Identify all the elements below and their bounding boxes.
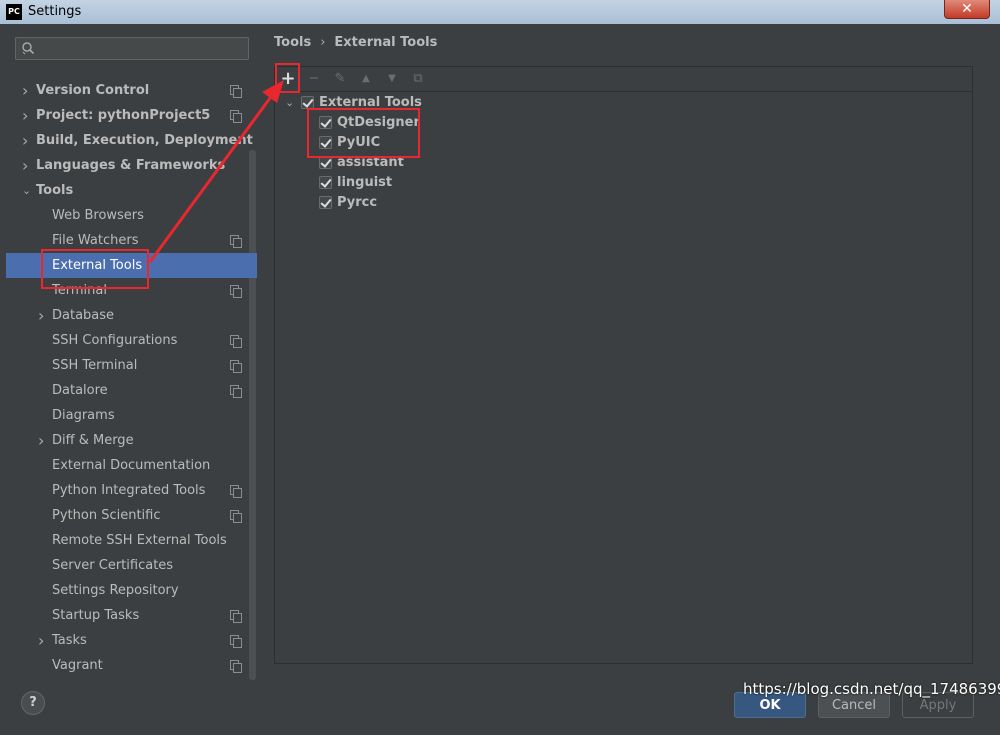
sidebar-item[interactable]: SSH Terminal xyxy=(6,353,257,378)
close-button[interactable]: ✕ xyxy=(944,0,990,19)
tool-checkbox[interactable] xyxy=(319,176,332,189)
sidebar-item[interactable]: › Diff & Merge xyxy=(6,428,257,453)
tool-item-label: Pyrcc xyxy=(337,195,378,210)
copy-icon[interactable]: ⧉ xyxy=(408,69,428,89)
tool-item-label: linguist xyxy=(337,175,393,190)
chevron-right-icon[interactable]: › xyxy=(38,303,48,328)
sidebar-item[interactable]: › Database xyxy=(6,303,257,328)
sidebar-item[interactable]: Python Integrated Tools xyxy=(6,478,257,503)
search-icon xyxy=(22,42,35,55)
breadcrumb: Tools › External Tools xyxy=(274,35,437,53)
project-settings-icon xyxy=(230,235,242,248)
sidebar-item-label: Web Browsers xyxy=(52,208,144,223)
chevron-right-icon[interactable]: › xyxy=(22,78,32,103)
project-settings-icon xyxy=(230,360,242,373)
project-settings-icon xyxy=(230,335,242,348)
sidebar-item-label: Version Control xyxy=(36,83,150,98)
breadcrumb-root[interactable]: Tools xyxy=(274,35,311,50)
tool-checkbox[interactable] xyxy=(319,196,332,209)
sidebar-item[interactable]: › Project: pythonProject5 xyxy=(6,103,257,128)
pycharm-app-icon: PC xyxy=(6,4,22,20)
sidebar-item-label: Languages & Frameworks xyxy=(36,158,226,173)
settings-sidebar: › Version Control › Project: pythonProject5… xyxy=(6,24,258,680)
sidebar-item[interactable]: Server Certificates xyxy=(6,553,257,578)
chevron-right-icon[interactable]: › xyxy=(22,153,32,178)
move-down-icon[interactable]: ▼ xyxy=(382,69,402,89)
edit-pencil-icon[interactable]: ✎ xyxy=(330,69,350,89)
chevron-right-icon[interactable]: › xyxy=(22,128,32,153)
sidebar-item-label: Python Scientific xyxy=(52,508,161,523)
sidebar-item[interactable]: Startup Tasks xyxy=(6,603,257,628)
project-settings-icon xyxy=(230,385,242,398)
sidebar-item-label: Python Integrated Tools xyxy=(52,483,206,498)
window-title: Settings xyxy=(28,4,82,19)
sidebar-item[interactable]: SSH Configurations xyxy=(6,328,257,353)
sidebar-item-label: Build, Execution, Deployment xyxy=(36,133,253,148)
chevron-right-icon[interactable]: › xyxy=(38,428,48,453)
sidebar-item-label: Tools xyxy=(36,183,74,198)
sidebar-item-label: Project: pythonProject5 xyxy=(36,108,211,123)
sidebar-item-label: Vagrant xyxy=(52,658,103,673)
sidebar-item-label: External Documentation xyxy=(52,458,211,473)
external-tools-toolbar: + − ✎ ▲ ▼ ⧉ xyxy=(274,66,973,92)
sidebar-item-label: Settings Repository xyxy=(52,583,179,598)
project-settings-icon xyxy=(230,110,242,123)
sidebar-item-label: Database xyxy=(52,308,115,323)
sidebar-item[interactable]: Web Browsers xyxy=(6,203,257,228)
sidebar-item[interactable]: Datalore xyxy=(6,378,257,403)
project-settings-icon xyxy=(230,510,242,523)
sidebar-item-label: Remote SSH External Tools xyxy=(52,533,227,548)
sidebar-item[interactable]: › Tasks xyxy=(6,628,257,653)
sidebar-item[interactable]: ⌄ Tools xyxy=(6,178,257,203)
sidebar-item[interactable]: Remote SSH External Tools xyxy=(6,528,257,553)
settings-frame: › Version Control › Project: pythonProject5… xyxy=(6,24,994,729)
sidebar-item-label: Diff & Merge xyxy=(52,433,134,448)
sidebar-item[interactable]: › Build, Execution, Deployment xyxy=(6,128,257,153)
chevron-right-icon[interactable]: › xyxy=(38,628,48,653)
sidebar-item[interactable]: External Documentation xyxy=(6,453,257,478)
settings-window: PC Settings ✕ › Version Control › Project: … xyxy=(0,0,1000,735)
external-tools-tree-panel: ⌄ External Tools QtDesigner PyUIC assistan… xyxy=(274,91,973,664)
sidebar-item-label: Startup Tasks xyxy=(52,608,140,623)
breadcrumb-separator-icon: › xyxy=(320,35,326,50)
annotation-box-tools xyxy=(307,108,420,158)
sidebar-item[interactable]: Settings Repository xyxy=(6,578,257,603)
title-bar: PC Settings ✕ xyxy=(0,0,1000,24)
search-input[interactable] xyxy=(15,37,249,60)
project-settings-icon xyxy=(230,485,242,498)
project-settings-icon xyxy=(230,85,242,98)
sidebar-item-label: SSH Terminal xyxy=(52,358,138,373)
project-settings-icon xyxy=(230,635,242,648)
sidebar-item[interactable]: Vagrant xyxy=(6,653,257,678)
project-settings-icon xyxy=(230,610,242,623)
help-button[interactable]: ? xyxy=(21,691,45,715)
sidebar-item-label: Datalore xyxy=(52,383,108,398)
sidebar-item-label: Tasks xyxy=(52,633,87,648)
sidebar-item[interactable]: › Languages & Frameworks xyxy=(6,153,257,178)
move-up-icon[interactable]: ▲ xyxy=(356,69,376,89)
project-settings-icon xyxy=(230,285,242,298)
remove-icon[interactable]: − xyxy=(304,69,324,89)
sidebar-item-label: Server Certificates xyxy=(52,558,174,573)
project-settings-icon xyxy=(230,660,242,673)
chevron-down-icon[interactable]: ⌄ xyxy=(22,178,32,203)
breadcrumb-current: External Tools xyxy=(334,35,438,50)
sidebar-item[interactable]: Diagrams xyxy=(6,403,257,428)
chevron-down-icon[interactable]: ⌄ xyxy=(285,93,294,113)
chevron-right-icon[interactable]: › xyxy=(22,103,32,128)
sidebar-item-label: SSH Configurations xyxy=(52,333,178,348)
watermark-text: https://blog.csdn.net/qq_17486399 xyxy=(743,680,1000,698)
annotation-box-add xyxy=(275,63,300,93)
sidebar-item[interactable]: Python Scientific xyxy=(6,503,257,528)
sidebar-item[interactable]: › Version Control xyxy=(6,78,257,103)
annotation-box-external-tools xyxy=(41,249,149,289)
sidebar-item-label: Diagrams xyxy=(52,408,115,423)
